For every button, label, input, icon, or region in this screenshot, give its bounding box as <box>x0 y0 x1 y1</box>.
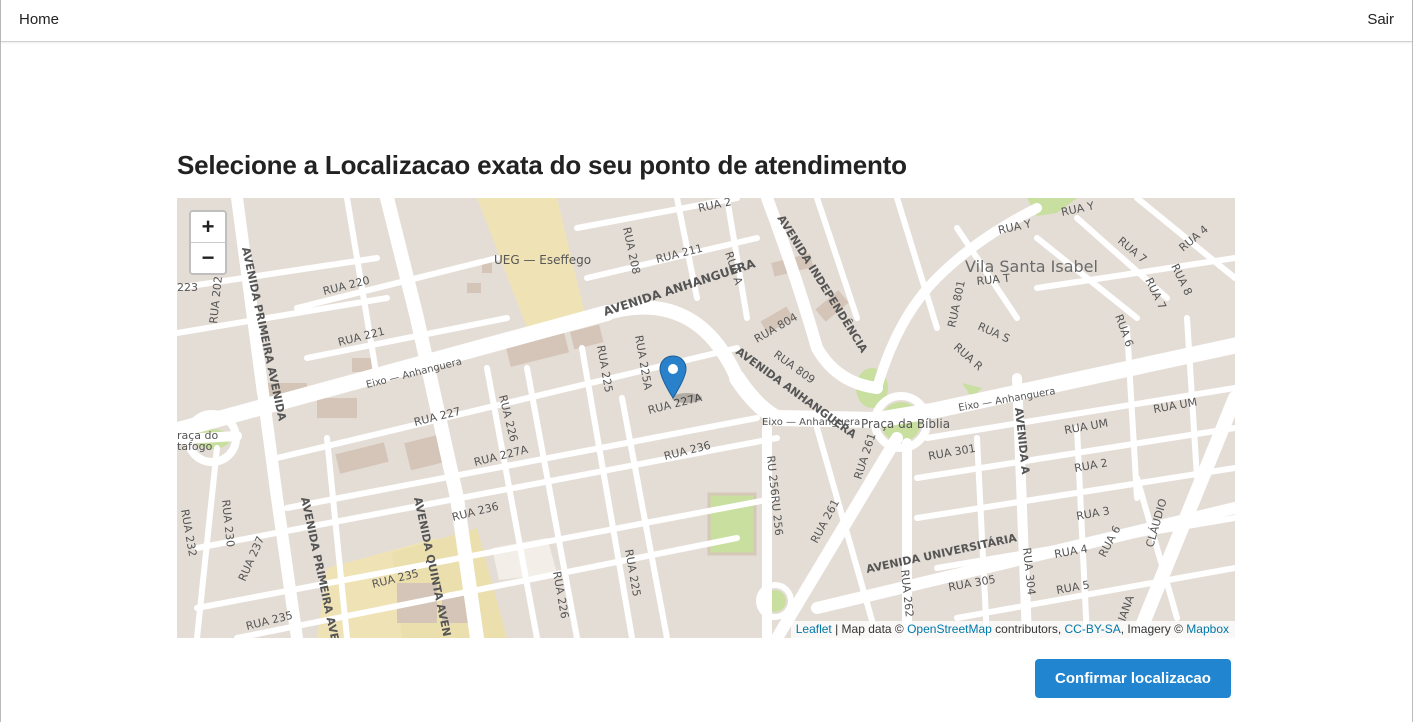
confirm-location-button[interactable]: Confirmar localizacao <box>1035 659 1231 698</box>
zoom-in-button[interactable]: + <box>191 212 225 243</box>
top-navbar: Home Sair <box>1 0 1412 42</box>
osm-link[interactable]: OpenStreetMap <box>907 622 992 636</box>
map-label-eixo-2: Eixo — Anhanguera <box>762 417 860 428</box>
map-tiles[interactable]: UEG — Eseffego Vila Santa Isabel AVENIDA… <box>177 198 1235 638</box>
attribution-text-1: | Map data © <box>831 622 908 636</box>
leaflet-link[interactable]: Leaflet <box>796 622 832 636</box>
map-label-praca-biblia: Praça da Bíblia <box>861 417 950 431</box>
attribution-text-2: contributors, <box>991 622 1065 636</box>
map-label-ueg: UEG — Eseffego <box>494 253 591 267</box>
nav-home-link[interactable]: Home <box>19 11 59 28</box>
map-label-rua223: 223 <box>177 281 198 294</box>
zoom-out-button[interactable]: − <box>191 243 225 273</box>
zoom-control: + − <box>189 210 227 275</box>
map-attribution: Leaflet | Map data © OpenStreetMap contr… <box>790 621 1235 638</box>
map-label-praca-boto-2: tafogo <box>177 440 213 453</box>
nav-logout-link[interactable]: Sair <box>1367 11 1394 28</box>
marker-shadow <box>672 393 702 403</box>
license-link[interactable]: CC-BY-SA <box>1065 622 1121 636</box>
page-title: Selecione a Localizacao exata do seu pon… <box>177 150 907 180</box>
attribution-text-3: , Imagery © <box>1120 622 1187 636</box>
location-map[interactable]: UEG — Eseffego Vila Santa Isabel AVENIDA… <box>177 198 1235 638</box>
mapbox-link[interactable]: Mapbox <box>1186 622 1229 636</box>
